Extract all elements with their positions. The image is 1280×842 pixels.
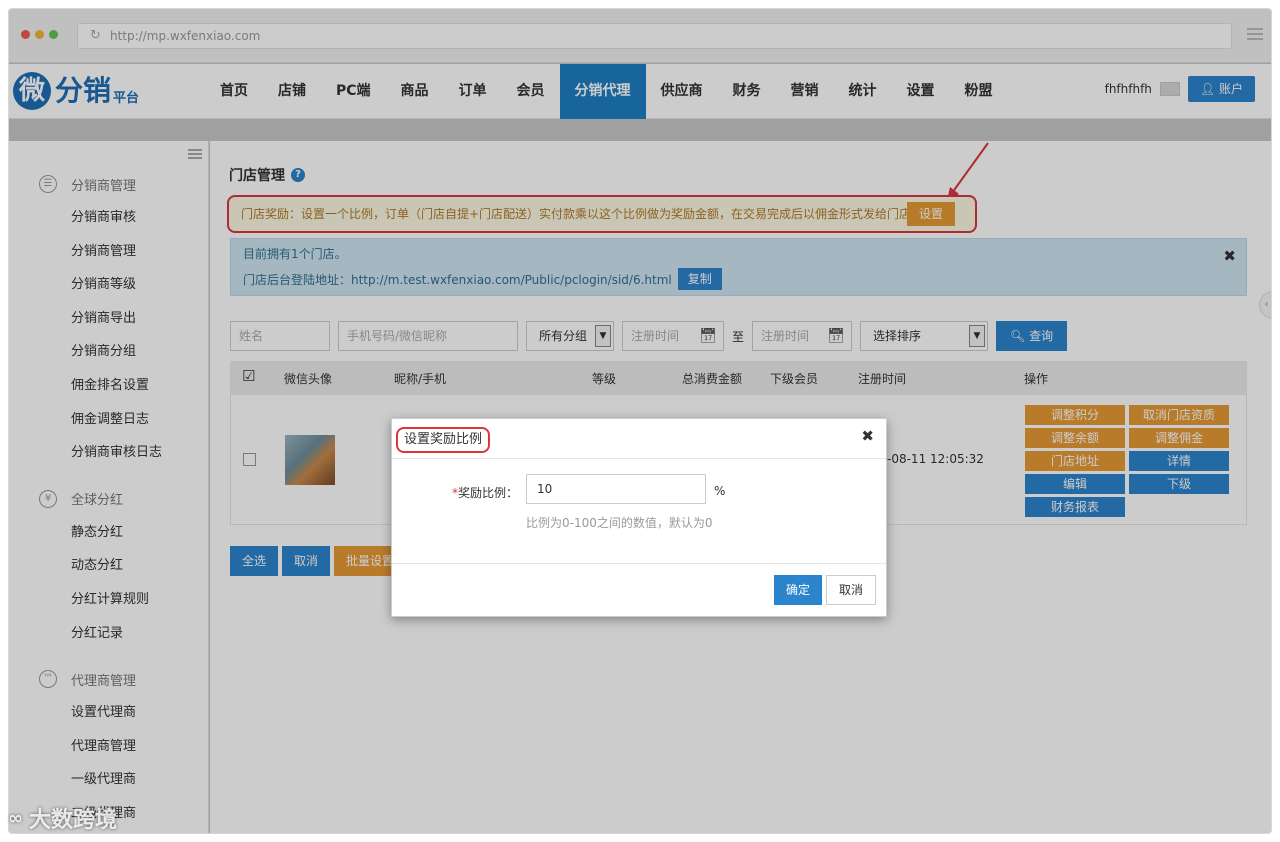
reward-ratio-label-text: 奖励比例：: [458, 486, 519, 500]
reward-ratio-label: *奖励比例：: [452, 484, 518, 501]
watermark-logo-icon: ∞: [8, 807, 23, 829]
dialog-header: 设置奖励比例 ✖: [392, 419, 886, 459]
reward-ratio-input[interactable]: 10: [526, 474, 706, 504]
watermark-text: 大数跨境: [29, 808, 118, 833]
reward-ratio-hint: 比例为0-100之间的数值，默认为0: [526, 516, 713, 530]
percent-unit: %: [714, 484, 726, 498]
cancel-button[interactable]: 取消: [825, 575, 876, 605]
dialog-title: 设置奖励比例: [396, 427, 491, 453]
close-icon[interactable]: ✖: [861, 427, 874, 445]
reward-ratio-dialog: 设置奖励比例 ✖ *奖励比例： 10 % 比例为0-100之间的数值，默认为0 …: [391, 418, 887, 617]
dialog-footer: 确定 取消: [392, 563, 886, 617]
watermark: ∞ 大数跨境: [8, 802, 117, 834]
confirm-button[interactable]: 确定: [773, 575, 822, 605]
